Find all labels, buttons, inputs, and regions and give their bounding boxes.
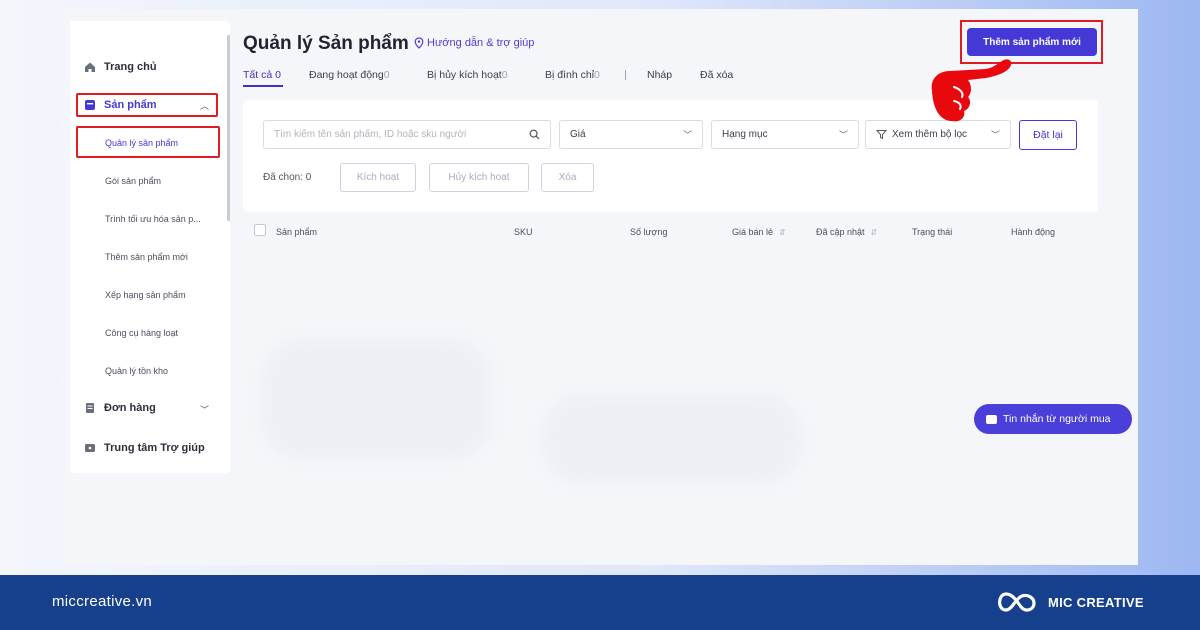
tab-all[interactable]: Tất cả 0 [243, 69, 281, 81]
column-product: Sản phẩm [276, 227, 318, 237]
brand-name: MIC CREATIVE [1048, 594, 1144, 610]
sort-icon: ⇵ [779, 228, 786, 237]
sidebar-subitem-optimizer[interactable]: Trình tối ưu hóa sản p... [105, 214, 201, 224]
pointing-hand-icon [931, 59, 1012, 122]
tab-divider [625, 70, 626, 80]
highlight-box-product-management [76, 126, 220, 158]
home-icon [85, 62, 95, 72]
brand-logo: MIC CREATIVE [994, 588, 1144, 616]
select-all-checkbox[interactable] [254, 224, 266, 236]
price-select[interactable]: Giá ﹀ [559, 120, 703, 149]
website-url[interactable]: miccreative.vn [52, 593, 152, 610]
sidebar-item-label: Trang chủ [104, 61, 157, 73]
chevron-down-icon: ﹀ [990, 130, 1000, 140]
activate-button[interactable]: Kích hoạt [340, 163, 416, 192]
tab-deactivated[interactable]: Bị hủy kích hoạt0 [427, 69, 508, 81]
empty-state-illustration [542, 394, 802, 484]
help-center-icon [85, 444, 95, 452]
page-title: Quản lý Sản phẩm [243, 33, 409, 54]
help-link-label: Hướng dẫn & trợ giúp [427, 37, 535, 49]
sidebar-subitem-add-product[interactable]: Thêm sản phẩm mới [105, 252, 188, 262]
sidebar-subitem-bundles[interactable]: Gói sản phẩm [105, 176, 161, 186]
delete-button[interactable]: Xóa [541, 163, 594, 192]
buyer-messages-button[interactable]: Tin nhắn từ người mua [974, 404, 1132, 434]
help-link[interactable]: Hướng dẫn & trợ giúp [414, 37, 534, 49]
selected-count: Đã chọn: 0 [263, 172, 312, 183]
sort-icon: ⇵ [870, 228, 878, 237]
tab-draft[interactable]: Nháp [647, 69, 672, 81]
deactivate-button[interactable]: Hủy kích hoạt [429, 163, 529, 192]
search-input[interactable]: Tìm kiếm tên sản phẩm, ID hoặc sku người [263, 120, 551, 149]
tab-active[interactable]: Đang hoạt động0 [309, 69, 390, 81]
chevron-down-icon: ﹀ [682, 130, 692, 140]
filter-icon [876, 130, 887, 140]
sidebar-item-home[interactable]: Trang chủ [84, 57, 157, 77]
tab-deleted[interactable]: Đã xóa [700, 69, 733, 81]
active-tab-indicator [243, 85, 283, 87]
chevron-down-icon: ﹀ [838, 130, 848, 140]
column-sku: SKU [514, 227, 533, 237]
sidebar-subitem-product-ranking[interactable]: Xếp hạng sản phẩm [105, 290, 186, 300]
location-pin-icon [414, 37, 424, 49]
sidebar-item-orders[interactable]: Đơn hàng [84, 398, 156, 418]
empty-state-illustration [262, 339, 492, 459]
column-quantity: Số lượng [630, 227, 668, 237]
chat-bubble-icon [986, 414, 997, 424]
column-retail-price[interactable]: Giá bán lẻ ⇵ [732, 227, 786, 237]
infinity-logo-icon [998, 592, 1036, 612]
sidebar-item-label: Trung tâm Trợ giúp [104, 442, 205, 454]
sidebar-subitem-bulk-tools[interactable]: Công cụ hàng loạt [105, 328, 178, 338]
tab-suspended[interactable]: Bị đình chỉ0 [545, 69, 600, 81]
sidebar-subitem-inventory[interactable]: Quản lý tồn kho [105, 366, 168, 376]
search-icon[interactable] [529, 129, 540, 140]
app-window: Trang chủ Sản phẩm ︿ Quản lý sản phẩm Gó… [62, 9, 1138, 565]
sidebar-item-label: Đơn hàng [104, 402, 156, 414]
orders-icon [86, 403, 94, 413]
sidebar-item-help-center[interactable]: Trung tâm Trợ giúp [84, 438, 205, 458]
column-updated[interactable]: Đã cập nhật ⇵ [816, 227, 877, 237]
column-actions: Hành động [1011, 227, 1056, 237]
sidebar-scrollbar[interactable] [227, 35, 230, 221]
chevron-down-icon[interactable]: ﹀ [200, 403, 209, 416]
column-status: Trạng thái [912, 227, 953, 237]
sidebar: Trang chủ Sản phẩm ︿ Quản lý sản phẩm Gó… [70, 21, 230, 473]
category-select[interactable]: Hạng mục ﹀ [711, 120, 859, 149]
footer-banner: miccreative.vn MIC CREATIVE [0, 575, 1200, 630]
highlight-box-products [76, 93, 218, 117]
reset-button[interactable]: Đặt lại [1019, 120, 1077, 150]
